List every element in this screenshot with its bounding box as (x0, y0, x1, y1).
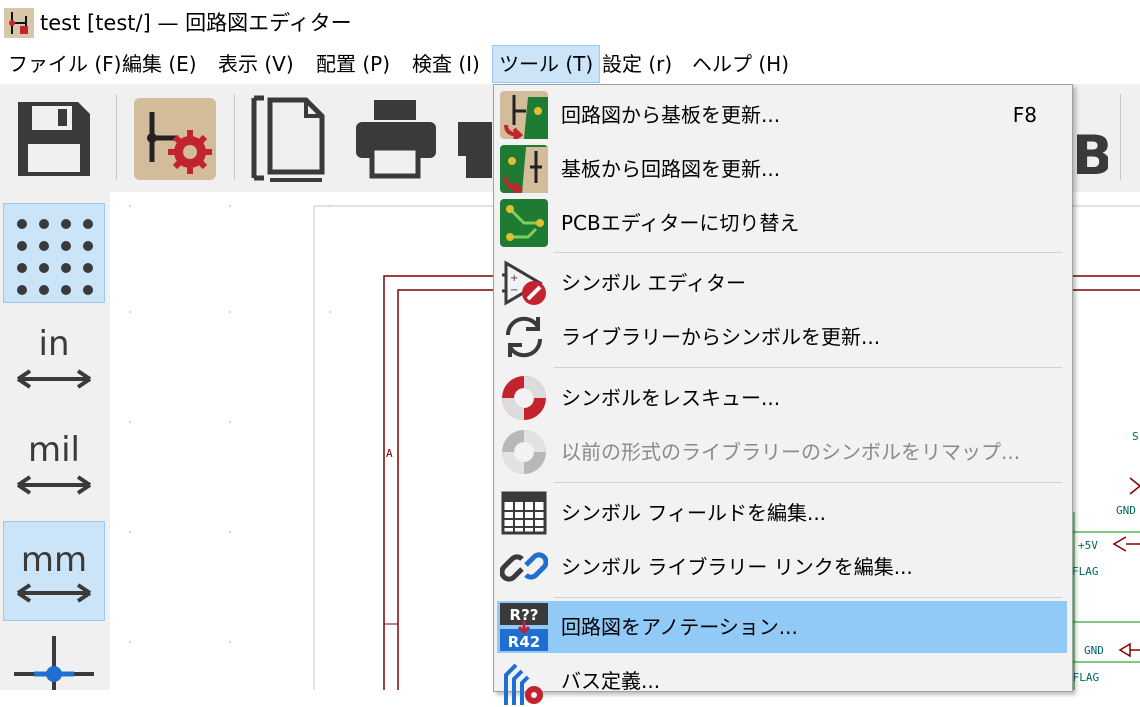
menu-item-label: シンボルをレスキュー... (561, 386, 781, 410)
refresh-icon (505, 316, 543, 358)
menu-item-label: シンボル エディター (561, 271, 746, 295)
grid-dots-icon[interactable] (3, 203, 105, 303)
menu-item-label: 基板から回路図を更新... (561, 157, 781, 181)
unit-mm-label: mm (20, 540, 88, 580)
update-schematic-icon (500, 145, 548, 193)
menu-separator (554, 597, 1062, 598)
menu-item-label: バス定義... (561, 669, 661, 693)
menu-item-remap-legacy-symbols: 以前の形式のライブラリーのシンボルをリマップ... (497, 426, 1067, 478)
double-arrow-icon (16, 475, 92, 495)
menu-item-label: 回路図から基板を更新... (561, 103, 781, 127)
menu-item-bus-definitions[interactable]: バス定義... (497, 655, 1067, 707)
svg-text:A: A (386, 447, 393, 460)
plot-icon[interactable] (452, 92, 492, 184)
unit-inch-button[interactable]: in (4, 308, 104, 406)
cursor-crosshair-icon[interactable] (4, 632, 104, 690)
unit-mm-button[interactable]: mm (3, 521, 105, 621)
double-arrow-icon (16, 583, 92, 603)
svg-text:S: S (1132, 430, 1139, 443)
left-toolbar: in mil mm (0, 192, 110, 690)
menu-item-update-symbols-from-library[interactable]: ライブラリーからシンボルを更新... (497, 311, 1067, 363)
menu-view[interactable]: 表示 (V) (212, 46, 300, 82)
menu-preferences[interactable]: 設定 (r) (596, 46, 678, 82)
svg-text:+: + (510, 273, 518, 284)
partial-toolbar-icon[interactable]: B (1072, 124, 1108, 180)
svg-text:GND: GND (1084, 644, 1104, 657)
menu-help[interactable]: ヘルプ (H) (686, 46, 795, 82)
app-icon (4, 8, 34, 38)
unit-mil-label: mil (27, 430, 80, 470)
table-icon (501, 491, 547, 535)
annotate-icon: R?? R42 (500, 603, 548, 651)
svg-text:+5V: +5V (1078, 539, 1098, 552)
menu-bar: ファイル (F) 編集 (E) 表示 (V) 配置 (P) 検査 (I) ツール… (0, 44, 1140, 84)
toolbar-separator (234, 94, 235, 180)
unit-inch-label: in (38, 324, 70, 364)
schematic-setup-icon[interactable] (132, 92, 222, 184)
menu-item-update-schematic[interactable]: 基板から回路図を更新... (497, 143, 1067, 195)
menu-item-label: 以前の形式のライブラリーのシンボルをリマップ... (561, 440, 1021, 464)
menu-separator (554, 482, 1062, 483)
print-icon[interactable] (350, 92, 440, 184)
menu-edit[interactable]: 編集 (E) (116, 46, 203, 82)
menu-item-shortcut: F8 (1012, 103, 1037, 127)
unit-mil-button[interactable]: mil (4, 414, 104, 512)
menu-item-rescue-symbols[interactable]: シンボルをレスキュー... (497, 372, 1067, 424)
menu-item-edit-symbol-library-links[interactable]: シンボル ライブラリー リンクを編集... (497, 541, 1067, 593)
svg-text:B: B (1072, 124, 1108, 180)
window-title: test [test/] — 回路図エディター (40, 11, 352, 35)
menu-item-symbol-editor[interactable]: + − シンボル エディター (497, 257, 1067, 309)
svg-text:FLAG: FLAG (1072, 565, 1099, 578)
page-settings-icon[interactable] (248, 92, 338, 184)
title-bar: test [test/] — 回路図エディター (0, 0, 1140, 44)
link-icon (500, 552, 548, 582)
menu-item-annotate-schematic[interactable]: R?? R42 回路図をアノテーション... (497, 601, 1067, 653)
menu-item-label: 回路図をアノテーション... (561, 615, 798, 639)
toolbar-separator (116, 94, 117, 180)
save-icon[interactable] (8, 92, 98, 184)
bus-definition-icon (504, 663, 543, 705)
remap-icon (502, 430, 546, 474)
symbol-editor-icon: + − (502, 260, 546, 306)
menu-separator (554, 252, 1062, 253)
menu-separator (554, 367, 1062, 368)
menu-item-edit-symbol-fields[interactable]: シンボル フィールドを編集... (497, 487, 1067, 539)
double-arrow-icon (16, 369, 92, 389)
toolbar-separator (1120, 94, 1121, 180)
svg-text:−: − (510, 285, 518, 296)
menu-item-switch-pcb-editor[interactable]: PCBエディターに切り替え (497, 197, 1067, 249)
menu-item-label: シンボル ライブラリー リンクを編集... (561, 555, 913, 579)
menu-item-update-pcb[interactable]: 回路図から基板を更新... F8 (497, 89, 1067, 141)
update-pcb-icon (500, 91, 548, 139)
menu-file[interactable]: ファイル (F) (2, 46, 127, 82)
tools-menu-dropdown: 回路図から基板を更新... F8 基板から回路図を更新... PCBエディターに… (493, 84, 1073, 705)
svg-text:R42: R42 (508, 633, 540, 651)
menu-inspect[interactable]: 検査 (I) (406, 46, 486, 82)
rescue-icon (502, 376, 546, 420)
svg-text:GND: GND (1116, 504, 1136, 517)
menu-place[interactable]: 配置 (P) (310, 46, 396, 82)
menu-item-label: PCBエディターに切り替え (561, 211, 800, 235)
pcb-editor-icon (500, 199, 548, 247)
menu-item-label: シンボル フィールドを編集... (561, 501, 827, 525)
menu-tools[interactable]: ツール (T) (491, 45, 601, 83)
menu-item-label: ライブラリーからシンボルを更新... (561, 325, 881, 349)
